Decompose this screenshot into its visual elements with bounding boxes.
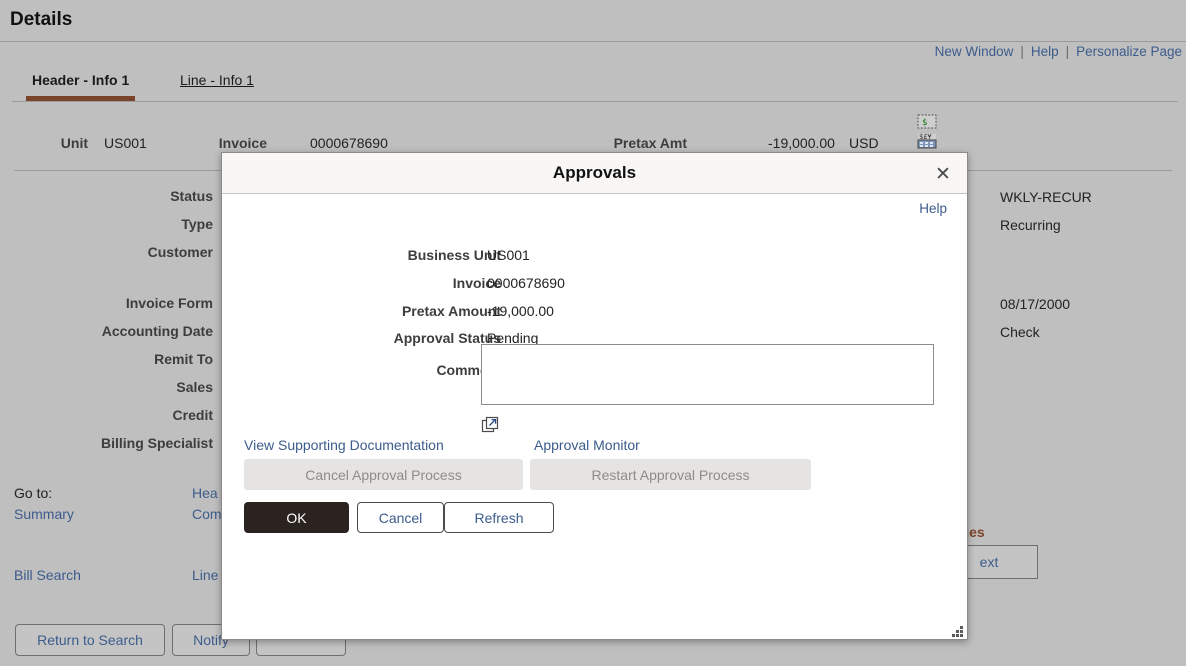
- cancel-button-label: Cancel: [379, 510, 423, 526]
- field-label-billing-specialist: Billing Specialist: [0, 435, 213, 451]
- ok-button[interactable]: OK: [244, 502, 349, 533]
- cancel-approval-process-button[interactable]: Cancel Approval Process: [244, 459, 523, 490]
- modal-label-business-unit: Business Unit: [242, 247, 501, 263]
- modal-help-link[interactable]: Help: [919, 201, 947, 216]
- restart-approval-process-button[interactable]: Restart Approval Process: [530, 459, 811, 490]
- field-value-date: 08/17/2000: [1000, 296, 1070, 312]
- resize-grip-icon[interactable]: [952, 624, 964, 636]
- field-value-frequency: Recurring: [1000, 217, 1061, 233]
- modal-title: Approvals: [222, 163, 967, 183]
- field-value-method: Check: [1000, 324, 1040, 340]
- return-to-search-label: Return to Search: [37, 632, 143, 648]
- modal-label-invoice: Invoice: [242, 275, 501, 291]
- field-value-unit: US001: [104, 135, 147, 151]
- field-value-currency: USD: [849, 135, 879, 151]
- modal-value-invoice: 0000678690: [487, 275, 565, 291]
- modal-titlebar: Approvals ✕: [222, 153, 967, 194]
- field-label-credit: Credit: [0, 407, 213, 423]
- field-value-pretax-amt: -19,000.00: [768, 135, 835, 151]
- field-label-status: Status: [0, 188, 213, 204]
- refresh-button[interactable]: Refresh: [444, 502, 554, 533]
- field-label-unit: Unit: [0, 135, 88, 151]
- cancel-button[interactable]: Cancel: [357, 502, 444, 533]
- approvals-modal: Approvals ✕ Help Business Unit US001 Inv…: [221, 152, 968, 640]
- page-root: Details New Window|Help|Personalize Page…: [0, 0, 1186, 666]
- cancel-approval-process-label: Cancel Approval Process: [305, 467, 461, 483]
- link-header-fragment[interactable]: Hea: [192, 485, 218, 501]
- link-line-fragment[interactable]: Line: [192, 567, 218, 583]
- link-comments-fragment[interactable]: Com: [192, 506, 222, 522]
- field-label-accounting-date: Accounting Date: [0, 323, 213, 339]
- field-label-pretax-amt: Pretax Amt: [520, 135, 687, 151]
- next-button-label: ext: [980, 554, 999, 570]
- goto-label: Go to:: [14, 485, 52, 501]
- field-value-cycle-id: WKLY-RECUR: [1000, 189, 1092, 205]
- comment-textarea[interactable]: [481, 344, 934, 405]
- field-value-invoice: 0000678690: [310, 135, 388, 151]
- modal-label-comment: Comment: [242, 362, 501, 378]
- close-icon[interactable]: ✕: [929, 160, 957, 188]
- modal-value-business-unit: US001: [487, 247, 530, 263]
- link-bill-search[interactable]: Bill Search: [14, 567, 81, 583]
- field-label-invoice-form: Invoice Form: [0, 295, 213, 311]
- view-supporting-documentation-link[interactable]: View Supporting Documentation: [244, 437, 444, 453]
- restart-approval-process-label: Restart Approval Process: [592, 467, 750, 483]
- return-to-search-button[interactable]: Return to Search: [15, 624, 165, 656]
- field-label-sales: Sales: [0, 379, 213, 395]
- field-label-invoice: Invoice: [170, 135, 267, 151]
- approval-monitor-link[interactable]: Approval Monitor: [534, 437, 640, 453]
- svg-text:$: $: [922, 118, 927, 128]
- refresh-button-label: Refresh: [474, 510, 523, 526]
- field-label-remit-to: Remit To: [0, 351, 213, 367]
- modal-label-approval-status: Approval Status: [242, 330, 501, 346]
- modal-value-pretax-amount: -19,000.00: [487, 303, 554, 319]
- currency-calculator-icon[interactable]: $ $£¥: [916, 114, 938, 150]
- modal-label-pretax-amount: Pretax Amount: [242, 303, 501, 319]
- field-label-customer: Customer: [0, 244, 213, 260]
- expand-popup-icon[interactable]: [481, 416, 499, 434]
- field-label-type: Type: [0, 216, 213, 232]
- link-summary[interactable]: Summary: [14, 506, 74, 522]
- ok-button-label: OK: [286, 510, 306, 526]
